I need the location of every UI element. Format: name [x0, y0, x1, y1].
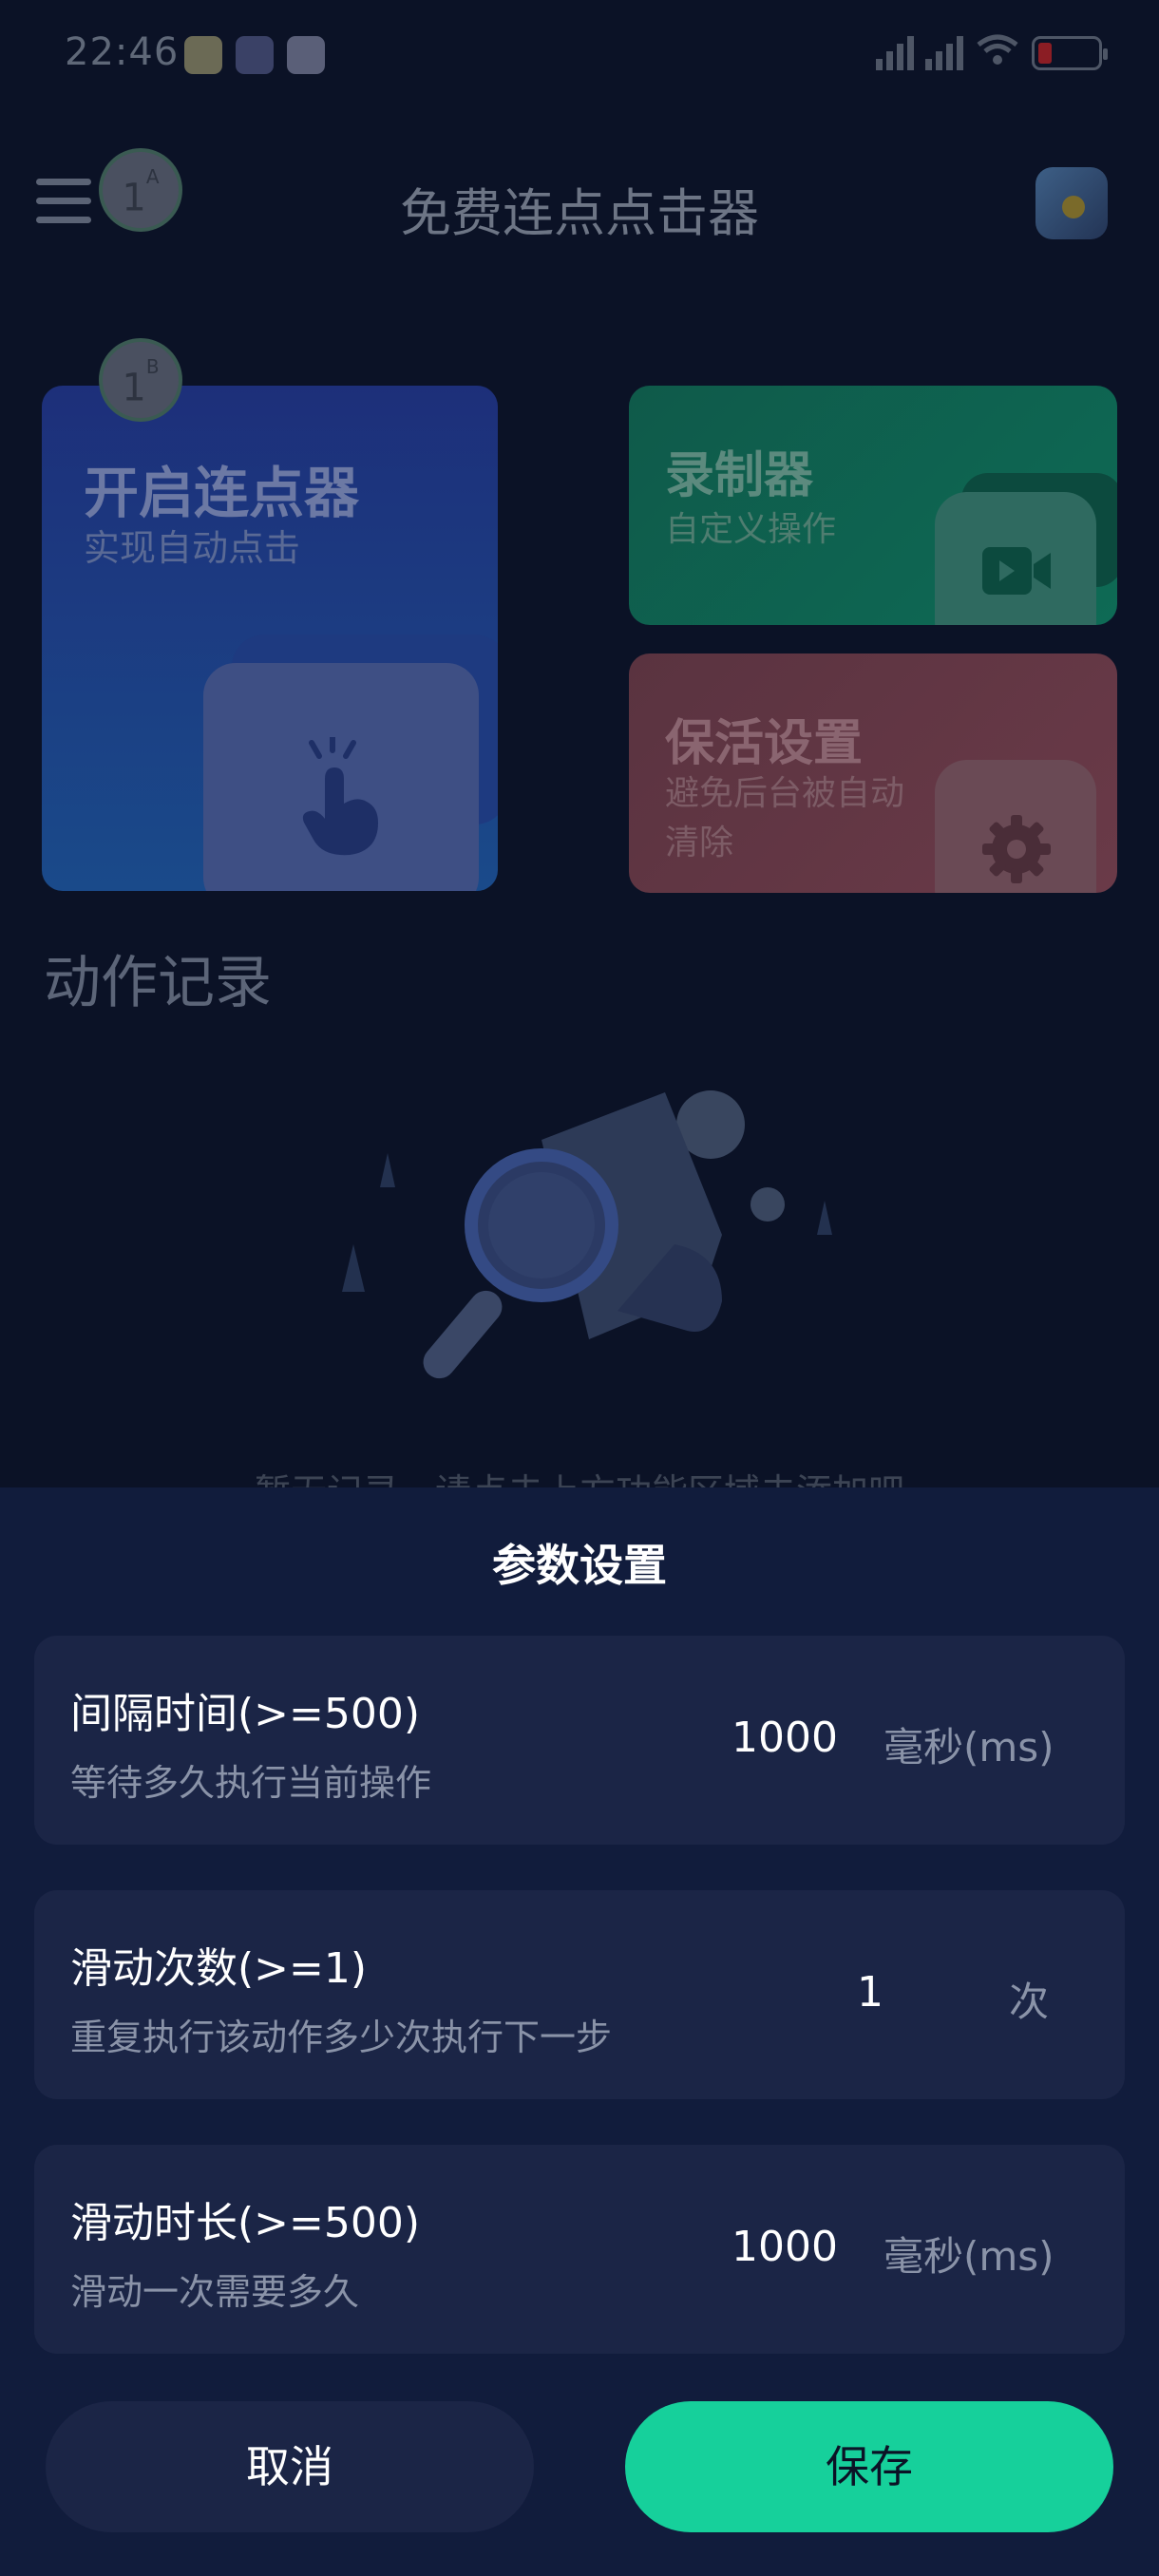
avatar-icon[interactable] [1036, 167, 1108, 239]
swipe-count-input[interactable]: 1 [823, 1968, 918, 2017]
param-label: 滑动次数(>=1) [70, 1944, 368, 1993]
parameter-settings-sheet: 参数设置 间隔时间(>=500) 等待多久执行当前操作 1000 毫秒(ms) … [0, 1487, 1159, 2576]
param-description: 滑动一次需要多久 [70, 2271, 360, 2313]
sheet-title: 参数设置 [492, 1540, 667, 1591]
save-button[interactable]: 保存 [625, 2401, 1113, 2532]
status-time: 22:46 [65, 30, 180, 74]
card-subtitle: 自定义操作 [665, 510, 837, 549]
card-title: 录制器 [665, 447, 814, 504]
notification-app-icon [236, 36, 274, 74]
interval-time-row: 间隔时间(>=500) 等待多久执行当前操作 1000 毫秒(ms) [34, 1636, 1125, 1845]
gear-icon [982, 815, 1051, 883]
param-label: 滑动时长(>=500) [70, 2199, 421, 2247]
notification-app-icon [184, 36, 222, 74]
page-title: 免费连点点击器 [400, 183, 759, 243]
card-subtitle: 避免后台被自动清除 [665, 774, 905, 862]
marker-letter: B [145, 355, 160, 378]
card-subtitle: 实现自动点击 [84, 527, 301, 569]
recorder-card[interactable]: 录制器 自定义操作 [629, 386, 1117, 625]
battery-icon [1032, 36, 1108, 70]
marker-number: 1 [122, 366, 146, 410]
cancel-button[interactable]: 取消 [46, 2401, 534, 2532]
swipe-count-row: 滑动次数(>=1) 重复执行该动作多少次执行下一步 1 次 [34, 1890, 1125, 2099]
start-clicker-card[interactable]: 开启连点器 实现自动点击 [42, 386, 498, 891]
video-camera-icon [982, 547, 1051, 595]
notification-app-icon [287, 36, 325, 74]
tap-hand-icon [302, 737, 378, 856]
click-point-marker-b[interactable]: 1B [99, 338, 182, 422]
wifi-icon [975, 33, 1020, 74]
param-description: 等待多久执行当前操作 [70, 1762, 432, 1804]
signal-icon [925, 36, 963, 70]
signal-icon [876, 36, 914, 70]
interval-time-input[interactable]: 1000 [699, 1714, 870, 1762]
card-title: 保活设置 [665, 715, 864, 772]
status-indicators [876, 32, 1108, 74]
app-screen: 22:46 1A 免费连点点击器 开启连点器 实现自动点击 1B 录制器 自定义… [0, 0, 1159, 2576]
param-description: 重复执行该动作多少次执行下一步 [70, 2017, 613, 2058]
param-label: 间隔时间(>=500) [70, 1690, 421, 1738]
swipe-duration-input[interactable]: 1000 [699, 2223, 870, 2271]
keepalive-settings-card[interactable]: 保活设置 避免后台被自动清除 [629, 653, 1117, 893]
status-bar: 22:46 [0, 0, 1159, 104]
param-unit: 毫秒(ms) [884, 1724, 1054, 1771]
section-title: 动作记录 [44, 950, 272, 1016]
param-unit: 次 [1009, 1979, 1050, 2025]
param-unit: 毫秒(ms) [884, 2233, 1054, 2280]
magnifier-document-icon [342, 1090, 832, 1379]
swipe-duration-row: 滑动时长(>=500) 滑动一次需要多久 1000 毫秒(ms) [34, 2145, 1125, 2354]
card-title: 开启连点器 [84, 461, 360, 525]
